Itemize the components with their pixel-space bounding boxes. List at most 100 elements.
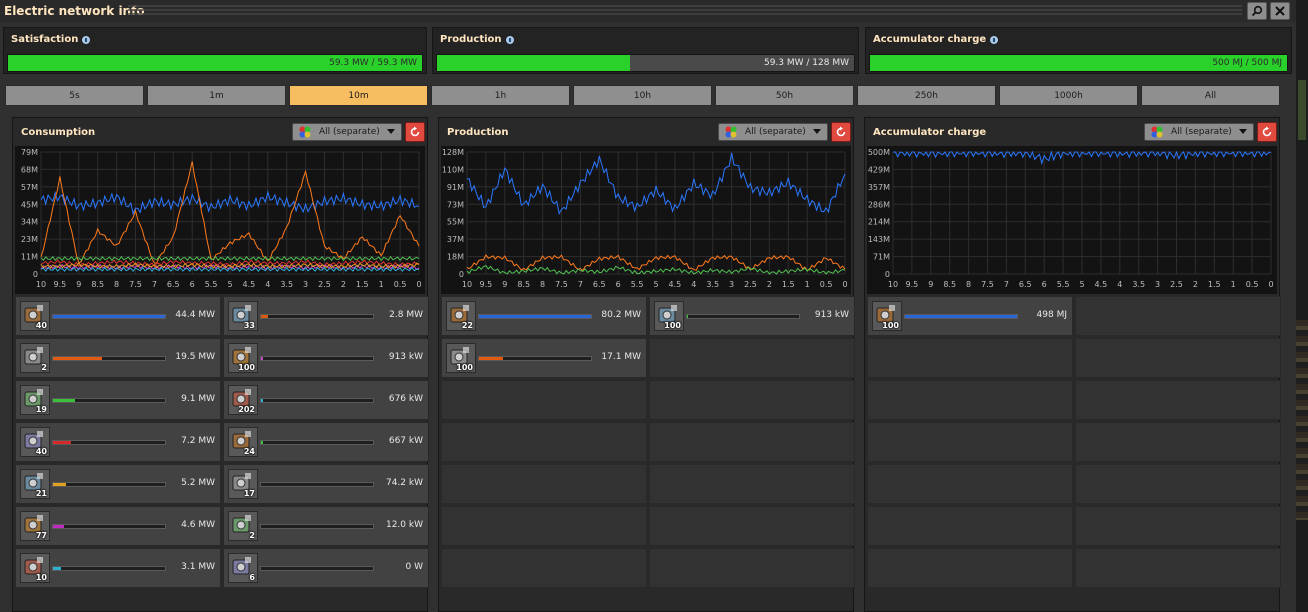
range-button-250h[interactable]: 250h <box>857 85 996 106</box>
entity-row[interactable]: 100 913 kW <box>649 296 855 336</box>
x-tick-label: 10 <box>36 280 46 289</box>
y-tick-label: 286M <box>868 200 890 209</box>
entity-progress-bar <box>52 440 166 445</box>
y-tick-label: 11M <box>21 253 38 262</box>
entity-row[interactable]: 24 667 kW <box>223 422 429 462</box>
info-icon[interactable] <box>505 35 514 44</box>
entity-row[interactable]: 6 0 W <box>223 548 429 588</box>
range-button-All[interactable]: All <box>1141 85 1280 106</box>
entity-row[interactable]: 2 12.0 kW <box>223 506 429 546</box>
empty-row <box>441 464 647 504</box>
empty-row <box>867 422 1073 462</box>
empty-row <box>1075 296 1281 336</box>
range-button-1000h[interactable]: 1000h <box>999 85 1138 106</box>
satisfaction-value: 59.3 MW / 59.3 MW <box>329 58 417 68</box>
empty-row <box>441 422 647 462</box>
x-tick-label: 8.5 <box>943 280 956 289</box>
entity-row[interactable]: 100 498 MJ <box>867 296 1073 336</box>
info-icon[interactable] <box>990 35 999 44</box>
info-icon[interactable] <box>82 35 91 44</box>
titlebar[interactable]: Electric network info <box>0 0 1296 22</box>
x-tick-label: 8.5 <box>91 280 104 289</box>
x-tick-label: 10 <box>462 280 472 289</box>
search-button[interactable] <box>1247 2 1267 20</box>
entity-value: 44.4 MW <box>175 310 215 320</box>
entity-row[interactable]: 202 676 kW <box>223 380 429 420</box>
reset-button[interactable] <box>1257 122 1277 142</box>
reset-button[interactable] <box>405 122 425 142</box>
entity-progress-fill <box>53 567 61 570</box>
entity-row[interactable]: 100 17.1 MW <box>441 338 647 378</box>
range-button-5s[interactable]: 5s <box>5 85 144 106</box>
x-tick-label: 5.5 <box>631 280 644 289</box>
signal-each-icon <box>1150 125 1164 142</box>
entity-progress-fill <box>261 399 263 402</box>
x-tick-label: 7 <box>1004 280 1009 289</box>
filter-dropdown[interactable]: All (separate) <box>292 123 402 141</box>
x-tick-label: 8.5 <box>517 280 530 289</box>
production-chart: 128M 110M 91M 73M 55M 37M 18M 0 10 9.5 9 8.5 8 7.5 7 6.… <box>441 146 851 294</box>
window-title: Electric network info <box>4 4 145 18</box>
empty-row <box>1075 422 1281 462</box>
empty-row <box>649 380 855 420</box>
range-button-1m[interactable]: 1m <box>147 85 286 106</box>
entity-row[interactable]: 21 5.2 MW <box>15 464 221 504</box>
entity-value: 7.2 MW <box>181 436 215 446</box>
entity-icon: 2 <box>20 343 50 373</box>
y-tick-label: 110M <box>442 165 464 174</box>
entity-count: 24 <box>243 447 255 456</box>
range-button-50h[interactable]: 50h <box>715 85 854 106</box>
x-tick-label: 0.5 <box>820 280 833 289</box>
x-tick-label: 5 <box>1079 280 1084 289</box>
entity-row[interactable]: 19 9.1 MW <box>15 380 221 420</box>
x-tick-label: 8 <box>966 280 971 289</box>
entity-row[interactable]: 40 44.4 MW <box>15 296 221 336</box>
y-tick-label: 91M <box>447 183 464 192</box>
x-tick-label: 4 <box>691 280 696 289</box>
entity-progress-fill <box>53 483 67 486</box>
filter-dropdown[interactable]: All (separate) <box>1144 123 1254 141</box>
filter-label: All (separate) <box>745 127 806 137</box>
entity-value: 667 kW <box>388 436 423 446</box>
accumulator-stat-bar: 500 MJ / 500 MJ <box>869 54 1288 72</box>
x-tick-label: 4.5 <box>1095 280 1108 289</box>
accumulator-panel: Accumulator charge All (separate) 500M 42… <box>864 117 1281 612</box>
y-tick-label: 79M <box>21 148 38 157</box>
x-tick-label: 4 <box>265 280 270 289</box>
entity-row[interactable]: 33 2.8 MW <box>223 296 429 336</box>
entity-row[interactable]: 77 4.6 MW <box>15 506 221 546</box>
x-tick-label: 5 <box>227 280 232 289</box>
entity-row[interactable]: 22 80.2 MW <box>441 296 647 336</box>
reset-icon <box>410 126 420 137</box>
filter-dropdown[interactable]: All (separate) <box>718 123 828 141</box>
entity-progress-fill <box>905 315 1017 318</box>
entity-value: 913 kW <box>388 352 423 362</box>
accumulator-stat-value: 500 MJ / 500 MJ <box>1212 58 1282 68</box>
y-tick-label: 68M <box>21 165 38 174</box>
x-tick-label: 1 <box>805 280 810 289</box>
reset-button[interactable] <box>831 122 851 142</box>
entity-row[interactable]: 10 3.1 MW <box>15 548 221 588</box>
close-button[interactable] <box>1270 2 1290 20</box>
empty-row <box>1075 464 1281 504</box>
entity-icon: 40 <box>20 427 50 457</box>
entity-icon: 6 <box>228 553 258 583</box>
x-tick-label: 9.5 <box>54 280 67 289</box>
range-button-1h[interactable]: 1h <box>431 85 570 106</box>
entity-row[interactable]: 17 74.2 kW <box>223 464 429 504</box>
entity-progress-fill <box>479 315 591 318</box>
x-tick-label: 6 <box>190 280 195 289</box>
range-button-10m[interactable]: 10m <box>289 85 428 106</box>
production-stat-value: 59.3 MW / 128 MW <box>763 58 849 68</box>
entity-count: 10 <box>35 573 47 582</box>
reset-icon <box>836 126 846 137</box>
drag-handle[interactable] <box>128 5 1242 17</box>
x-tick-label: 2.5 <box>744 280 757 289</box>
entity-row[interactable]: 40 7.2 MW <box>15 422 221 462</box>
entity-row[interactable]: 2 19.5 MW <box>15 338 221 378</box>
entity-row[interactable]: 100 913 kW <box>223 338 429 378</box>
range-button-10h[interactable]: 10h <box>573 85 712 106</box>
entity-value: 4.6 MW <box>181 520 215 530</box>
x-tick-label: 6.5 <box>167 280 180 289</box>
x-tick-label: 3.5 <box>1132 280 1145 289</box>
